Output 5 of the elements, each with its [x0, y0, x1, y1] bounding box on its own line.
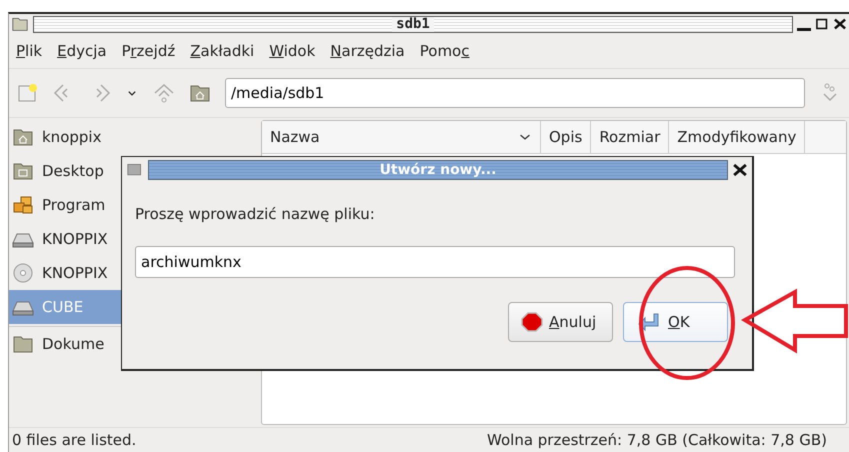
prompt-text: Proszę wprowadzić nazwę pliku:: [135, 205, 375, 223]
window-title: sdb1: [392, 16, 434, 32]
dialog-title: Utwórz nowy...: [380, 162, 496, 178]
status-text: 0 files are listed.: [12, 431, 136, 449]
free-space-text: Wolna przestrzeń: 7,8 GB (Całkowita: 7,8 GB): [487, 431, 827, 449]
